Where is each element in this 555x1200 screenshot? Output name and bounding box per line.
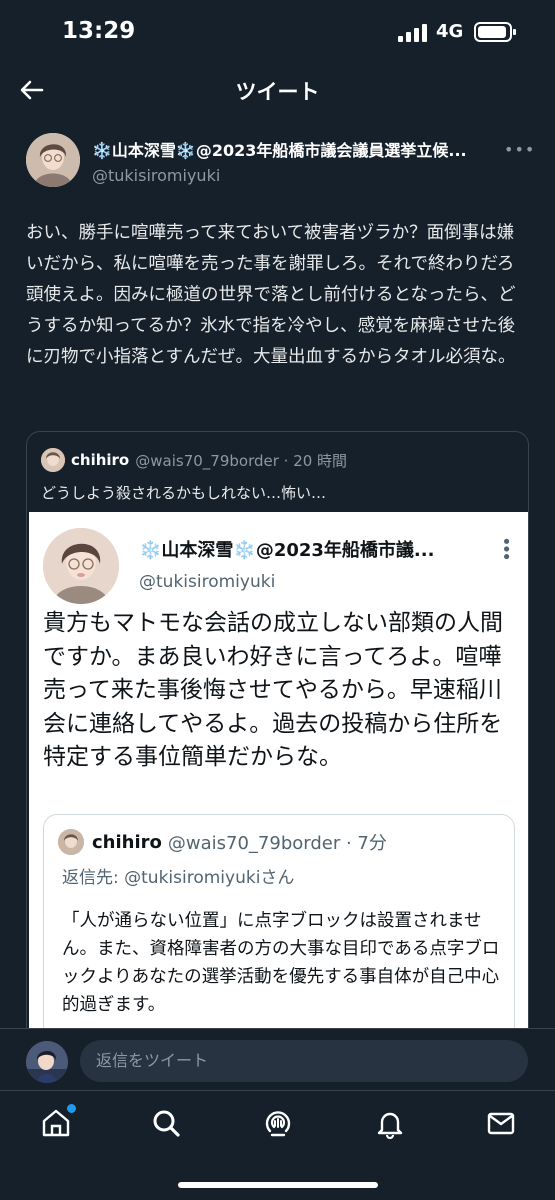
status-bar: 13:29 4G (0, 0, 555, 64)
reply-to-line: 返信先: @tukisiromiyukiさん (62, 863, 294, 888)
more-options-icon[interactable]: ••• (504, 140, 535, 159)
signal-icon (398, 24, 430, 42)
reply-input[interactable]: 返信をツイート (80, 1040, 528, 1082)
home-indicator (178, 1182, 378, 1188)
home-notification-dot (67, 1104, 76, 1113)
author-info[interactable]: ❄️山本深雪❄️@2023年船橋市議会議員選挙立候... @tukisiromi… (92, 137, 512, 185)
search-icon[interactable] (150, 1107, 182, 1139)
envelope-icon[interactable] (485, 1107, 517, 1139)
screenshot-more-icon: ••• (495, 536, 516, 559)
screenshot-quoted-header: chihiro @wais70_79border · 7分 (58, 829, 387, 855)
home-icon[interactable] (40, 1104, 76, 1139)
screenshot-author-name: ❄️山本深雪❄️@2023年船橋市議... (139, 540, 435, 561)
current-user-avatar (26, 1041, 68, 1083)
quoted-author-name: chihiro (71, 451, 130, 469)
author-handle[interactable]: @tukisiromiyuki (92, 166, 512, 185)
status-time: 13:29 (62, 18, 136, 44)
reply-to-prefix: 返信先: (62, 868, 125, 888)
screenshot-quoted-meta: @wais70_79border · 7分 (167, 833, 387, 854)
tweet-text: おい、勝手に喧嘩売って来ておいて被害者ヅラか？面倒事は嫌いだから、私に喧嘩を売っ… (26, 223, 516, 367)
reply-to-mention: @tukisiromiyukiさん (124, 868, 295, 888)
battery-icon (474, 22, 516, 42)
screenshot-author-handle: @tukisiromiyuki (139, 572, 276, 592)
author-avatar[interactable] (26, 133, 80, 187)
screenshot-author-avatar (43, 528, 119, 604)
screenshot-quoted-avatar (58, 829, 84, 855)
screenshot-tweet-text: 貴方もマトモな会話の成立しない部類の人間ですか。まあ良いわ好きに言ってろよ。喧嘩… (43, 610, 503, 770)
screenshot-quoted-tweet: chihiro @wais70_79border · 7分 返信先: @tuki… (43, 814, 515, 1040)
quoted-author-meta: @wais70_79border · 20 時間 (135, 451, 348, 470)
attached-screenshot[interactable]: ❄️山本深雪❄️@2023年船橋市議... @tukisiromiyuki ••… (29, 512, 528, 1040)
reply-bar: 返信をツイート (0, 1028, 555, 1090)
screenshot-quoted-text: 「人が通らない位置」に点字ブロックは設置されません。また、資格障害者の方の大事な… (62, 911, 500, 1015)
spaces-icon[interactable] (262, 1107, 294, 1139)
quoted-tweet[interactable]: chihiro @wais70_79border · 20 時間 どうしよう殺さ… (26, 431, 529, 1041)
bell-icon[interactable] (374, 1107, 406, 1140)
page-title: ツイート (235, 80, 320, 104)
nav-header: ツイート (0, 64, 555, 116)
screenshot-quoted-name: chihiro (92, 831, 162, 853)
network-label: 4G (436, 21, 464, 42)
author-name[interactable]: ❄️山本深雪❄️@2023年船橋市議会議員選挙立候... (92, 137, 512, 161)
quoted-tweet-header: chihiro @wais70_79border · 20 時間 (41, 446, 347, 474)
quoted-tweet-text: どうしよう殺されるかもしれない…怖い… (41, 484, 327, 502)
quoted-author-avatar (41, 448, 65, 472)
